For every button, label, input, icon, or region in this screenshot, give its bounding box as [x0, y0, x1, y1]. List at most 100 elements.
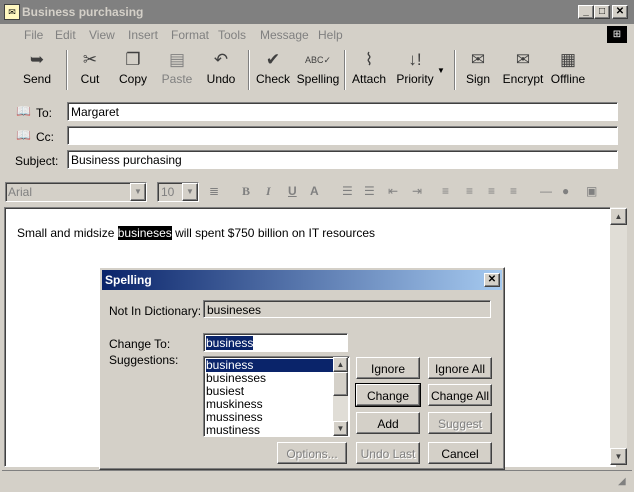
dialog-title: Spelling — [105, 273, 152, 287]
font-color-icon[interactable]: A — [310, 184, 319, 198]
sign-icon: ✉ — [470, 50, 486, 69]
change-all-button[interactable]: Change All — [428, 384, 492, 406]
scroll-up-icon[interactable]: ▲ — [610, 208, 627, 225]
offline-icon: ▦ — [559, 50, 577, 69]
to-field[interactable]: Margaret — [67, 102, 618, 121]
menu-file[interactable]: File — [24, 28, 43, 42]
message-text-before: Small and midsize — [17, 226, 118, 240]
scroll-up-icon[interactable]: ▲ — [333, 357, 348, 372]
address-book-icon[interactable]: 📖 — [16, 128, 31, 142]
address-book-icon[interactable]: 📖 — [16, 104, 31, 118]
ignore-button[interactable]: Ignore — [356, 357, 420, 379]
spelling-button[interactable]: ABC✓ Spelling — [296, 48, 340, 92]
windows-logo-icon: ⊞ — [607, 26, 627, 43]
underline-icon[interactable]: U — [288, 184, 297, 198]
minimize-button[interactable]: _ — [578, 5, 594, 19]
align-center-icon[interactable]: ≡ — [466, 184, 473, 198]
format-toolbar: Arial ▼ 10 ▼ ≣ B I U A ☰ ☰ ⇤ ⇥ ≡ ≡ ≡ ≡ —… — [0, 178, 634, 204]
menu-insert[interactable]: Insert — [128, 28, 158, 42]
cc-label: Cc: — [36, 130, 54, 144]
check-names-icon: ✔ — [265, 50, 281, 69]
misspelled-word: busineses — [117, 226, 172, 240]
priority-dropdown-icon[interactable]: ▼ — [437, 66, 445, 75]
align-left-icon[interactable]: ≡ — [442, 184, 449, 198]
not-in-dictionary-label: Not In Dictionary: — [109, 304, 202, 318]
font-select[interactable]: Arial ▼ — [5, 182, 147, 202]
offline-button[interactable]: ▦ Offline — [548, 48, 588, 92]
maximize-button[interactable]: □ — [594, 5, 610, 19]
paste-button[interactable]: ▤ Paste — [158, 48, 196, 92]
justify-icon[interactable]: ≡ — [510, 184, 517, 198]
cut-button[interactable]: ✂ Cut — [72, 48, 108, 92]
paste-icon: ▤ — [168, 50, 186, 69]
copy-icon: ❐ — [125, 50, 141, 69]
spelling-dialog: Spelling ✕ Not In Dictionary: busineses … — [99, 267, 505, 470]
font-size-value: 10 — [161, 185, 175, 199]
font-size-select[interactable]: 10 ▼ — [157, 182, 199, 202]
subject-field[interactable]: Business purchasing — [67, 150, 618, 169]
scroll-down-icon[interactable]: ▼ — [610, 448, 627, 465]
toolbar-separator — [66, 50, 68, 90]
toolbar: ➥ Send ✂ Cut ❐ Copy ▤ Paste ↶ Undo ✔ Check ABC… — [0, 46, 634, 94]
add-button[interactable]: Add — [356, 412, 420, 434]
suggestion-item[interactable]: mustiness — [206, 424, 334, 437]
undo-last-button[interactable]: Undo Last — [356, 442, 420, 464]
priority-button[interactable]: ↓! Priority — [394, 48, 436, 92]
change-button[interactable]: Change — [355, 383, 421, 407]
options-button[interactable]: Options... — [277, 442, 347, 464]
menu-view[interactable]: View — [89, 28, 115, 42]
suggestions-label: Suggestions: — [109, 353, 179, 367]
app-icon: ✉ — [4, 4, 20, 20]
change-to-input[interactable]: business — [203, 333, 348, 352]
insert-picture-icon[interactable]: ▣ — [586, 184, 597, 198]
dialog-close-button[interactable]: ✕ — [484, 273, 500, 287]
subject-label: Subject: — [15, 154, 59, 168]
check-names-button[interactable]: ✔ Check — [254, 48, 292, 92]
numbered-list-icon[interactable]: ☰ — [342, 184, 353, 198]
undo-button[interactable]: ↶ Undo — [202, 48, 240, 92]
suggest-button[interactable]: Suggest — [428, 412, 492, 434]
menu-help[interactable]: Help — [318, 28, 343, 42]
increase-indent-icon[interactable]: ⇥ — [412, 184, 422, 198]
resize-grip-icon[interactable]: ◢ — [618, 476, 626, 487]
cc-field[interactable] — [67, 126, 618, 145]
menu-edit[interactable]: Edit — [55, 28, 76, 42]
window-title: Business purchasing — [22, 5, 144, 19]
decrease-indent-icon[interactable]: ⇤ — [388, 184, 398, 198]
chevron-down-icon[interactable]: ▼ — [130, 183, 146, 201]
sign-button[interactable]: ✉ Sign — [460, 48, 496, 92]
paragraph-style-icon[interactable]: ≣ — [209, 184, 219, 198]
scroll-thumb[interactable] — [333, 372, 348, 396]
toolbar-separator — [248, 50, 250, 90]
paperclip-icon: ⌇ — [364, 50, 374, 69]
undo-icon: ↶ — [213, 50, 229, 69]
cancel-button[interactable]: Cancel — [428, 442, 492, 464]
align-right-icon[interactable]: ≡ — [488, 184, 495, 198]
scroll-down-icon[interactable]: ▼ — [333, 421, 348, 436]
not-in-dictionary-field: busineses — [203, 300, 491, 318]
suggestions-scrollbar[interactable]: ▲ ▼ — [333, 357, 348, 436]
italic-icon[interactable]: I — [266, 184, 271, 199]
ignore-all-button[interactable]: Ignore All — [428, 357, 492, 379]
menu-message[interactable]: Message — [260, 28, 309, 42]
send-button[interactable]: ➥ Send — [16, 48, 58, 92]
horizontal-line-icon[interactable]: — — [540, 184, 552, 198]
bold-icon[interactable]: B — [242, 184, 250, 199]
to-label: To: — [36, 106, 53, 120]
encrypt-icon: ✉ — [515, 50, 531, 69]
chevron-down-icon[interactable]: ▼ — [182, 183, 198, 201]
suggestions-list[interactable]: business businesses busiest muskiness mu… — [203, 356, 350, 437]
menu-tools[interactable]: Tools — [218, 28, 246, 42]
scissors-icon: ✂ — [82, 50, 98, 69]
toolbar-separator — [454, 50, 456, 90]
vertical-scrollbar[interactable]: ▲ ▼ — [610, 207, 627, 465]
bullet-list-icon[interactable]: ☰ — [364, 184, 375, 198]
hyperlink-icon[interactable]: ● — [562, 184, 569, 198]
dialog-title-bar: Spelling ✕ — [102, 270, 502, 290]
priority-icon: ↓! — [408, 50, 422, 69]
encrypt-button[interactable]: ✉ Encrypt — [500, 48, 546, 92]
close-button[interactable]: ✕ — [612, 5, 628, 19]
menu-format[interactable]: Format — [171, 28, 209, 42]
copy-button[interactable]: ❐ Copy — [114, 48, 152, 92]
attach-button[interactable]: ⌇ Attach — [350, 48, 388, 92]
